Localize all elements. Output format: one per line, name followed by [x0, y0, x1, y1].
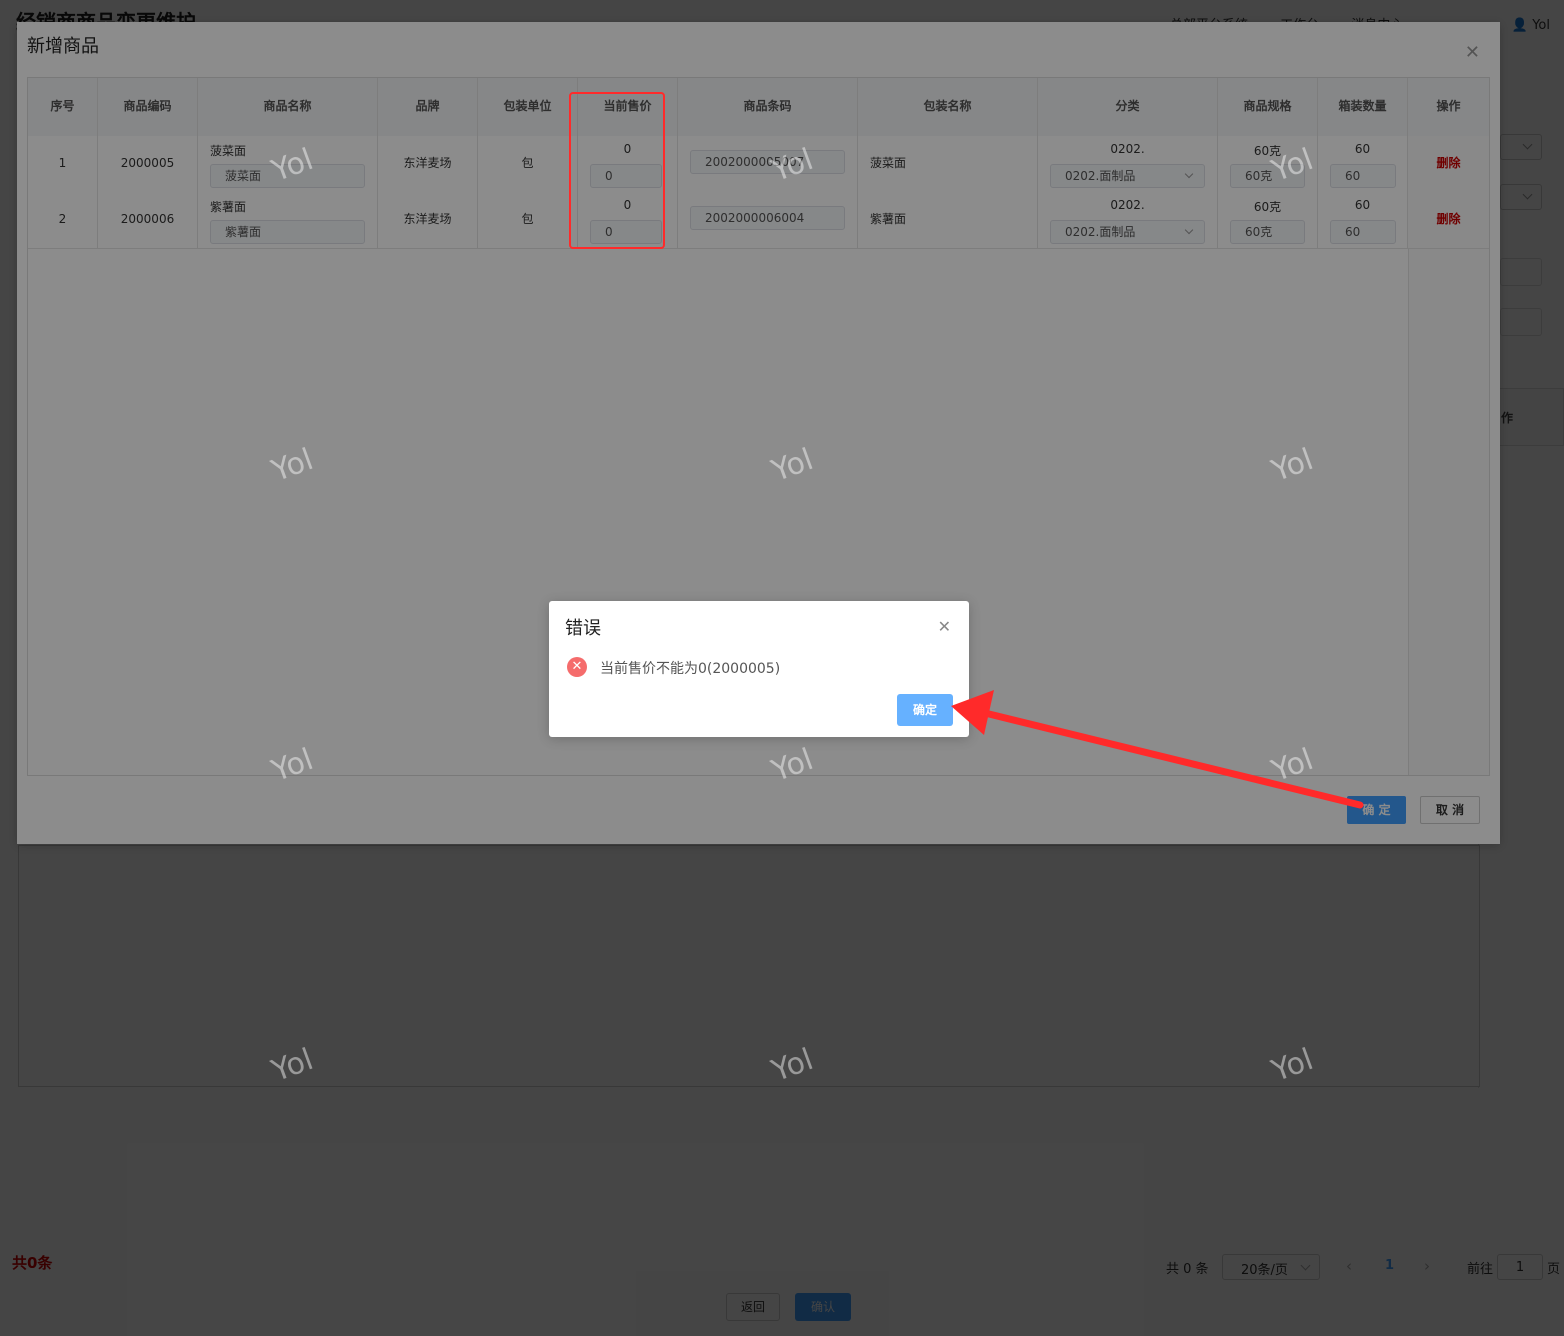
error-ok-button[interactable]: 确定: [897, 694, 953, 726]
close-icon[interactable]: ✕: [938, 617, 951, 636]
error-title: 错误: [565, 618, 601, 639]
error-message-box: 错误 ✕ ✕ 当前售价不能为0(2000005) 确定: [549, 601, 969, 737]
error-message: 当前售价不能为0(2000005): [600, 661, 781, 677]
price-column-highlight: [569, 92, 665, 249]
error-circle-icon: ✕: [567, 657, 587, 677]
